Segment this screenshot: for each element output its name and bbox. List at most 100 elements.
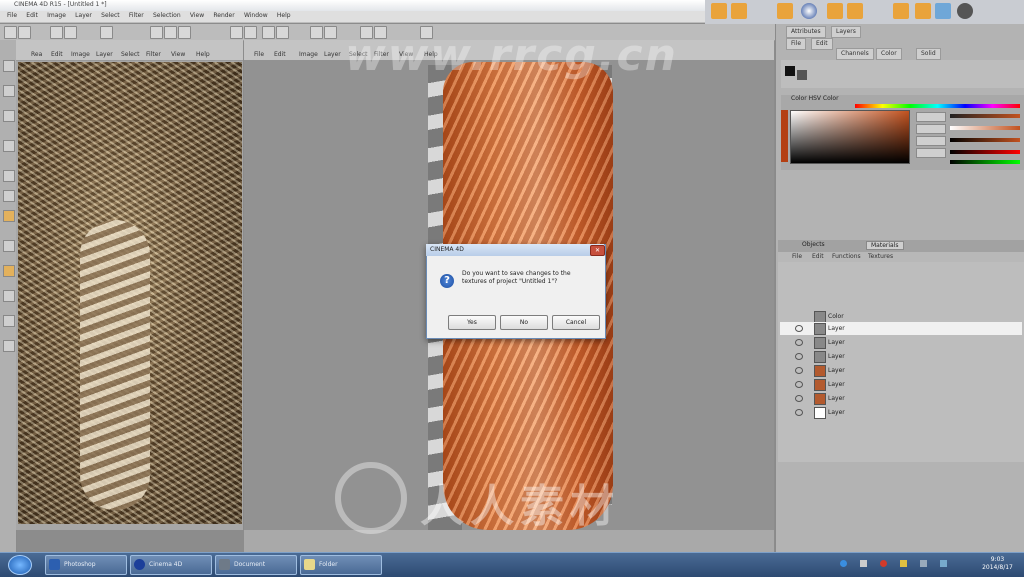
- eraser-icon[interactable]: [3, 190, 15, 202]
- clone-icon[interactable]: [3, 210, 15, 222]
- eye-icon[interactable]: [795, 395, 803, 402]
- menu-item[interactable]: Layer: [75, 12, 92, 19]
- pointer-icon[interactable]: [3, 60, 15, 72]
- layer-row[interactable]: Layer: [780, 406, 1022, 419]
- gradient-icon[interactable]: [3, 315, 15, 327]
- eye-icon[interactable]: [795, 367, 803, 374]
- menu-item[interactable]: Edit: [26, 12, 38, 19]
- layout-icon[interactable]: [777, 3, 793, 19]
- paint-mode-icon[interactable]: [244, 26, 257, 39]
- layers-menu-item[interactable]: Textures: [868, 253, 893, 260]
- r-value[interactable]: [916, 148, 946, 158]
- taskbar-clock[interactable]: 9:03 2014/8/17: [975, 556, 1020, 572]
- layout-icon[interactable]: [847, 3, 863, 19]
- ref-tab[interactable]: View: [171, 51, 185, 58]
- eye-icon[interactable]: [795, 325, 803, 332]
- yes-button[interactable]: Yes: [448, 315, 496, 330]
- display-icon[interactable]: [940, 560, 947, 567]
- cinema4d-logo-icon[interactable]: [801, 3, 817, 19]
- brush-icon[interactable]: [3, 140, 15, 152]
- layer-row-selected[interactable]: Layer: [780, 322, 1022, 335]
- render-view-icon[interactable]: [276, 26, 289, 39]
- tab-objects[interactable]: Objects: [798, 241, 829, 248]
- menu-item[interactable]: Help: [277, 12, 291, 19]
- color-select[interactable]: Color: [876, 48, 902, 60]
- close-icon[interactable]: ✕: [590, 245, 605, 256]
- menu-item[interactable]: Select: [101, 12, 120, 19]
- cancel-button[interactable]: Cancel: [552, 315, 600, 330]
- r-slider[interactable]: [950, 150, 1020, 154]
- color-picker-square[interactable]: [790, 110, 910, 164]
- menu-item[interactable]: File: [7, 12, 17, 19]
- sphere-icon[interactable]: [324, 26, 337, 39]
- sub-tab[interactable]: File: [786, 38, 807, 50]
- flag-icon[interactable]: [900, 560, 907, 567]
- menu-item[interactable]: Selection: [153, 12, 181, 19]
- projection-icon[interactable]: [230, 26, 243, 39]
- fill-icon[interactable]: [3, 110, 15, 122]
- taskbar-item[interactable]: Photoshop: [45, 555, 127, 575]
- no-button[interactable]: No: [500, 315, 548, 330]
- canvas-tab[interactable]: Image: [299, 51, 318, 58]
- eye-icon[interactable]: [795, 353, 803, 360]
- cube-icon[interactable]: [310, 26, 323, 39]
- v-slider[interactable]: [950, 138, 1020, 142]
- eye-icon[interactable]: [795, 409, 803, 416]
- hue-bar[interactable]: [855, 104, 1020, 108]
- layer-row[interactable]: Layer: [780, 378, 1022, 391]
- undo-icon[interactable]: [4, 26, 17, 39]
- menu-item[interactable]: Window: [244, 12, 268, 19]
- volume-icon[interactable]: [860, 560, 867, 567]
- g-slider[interactable]: [950, 160, 1020, 164]
- ref-tab[interactable]: Filter: [146, 51, 161, 58]
- layer-row[interactable]: Layer: [780, 350, 1022, 363]
- render-icon[interactable]: [262, 26, 275, 39]
- canvas-tab[interactable]: File: [254, 51, 264, 58]
- eraser-icon[interactable]: [164, 26, 177, 39]
- text-icon[interactable]: [3, 340, 15, 352]
- s-value[interactable]: [916, 124, 946, 134]
- move-icon[interactable]: [64, 26, 77, 39]
- tab-attributes[interactable]: Attributes: [786, 26, 826, 38]
- ref-tab[interactable]: Help: [196, 51, 210, 58]
- layer-row[interactable]: Layer: [780, 364, 1022, 377]
- pen-icon[interactable]: [3, 170, 15, 182]
- brush-icon[interactable]: [150, 26, 163, 39]
- v-value[interactable]: [916, 136, 946, 146]
- layers-menu-item[interactable]: Functions: [832, 253, 861, 260]
- ref-tab[interactable]: Layer: [96, 51, 113, 58]
- layout-icon[interactable]: [711, 3, 727, 19]
- paint-icon[interactable]: [3, 85, 15, 97]
- ref-tab[interactable]: Select: [121, 51, 140, 58]
- ref-tab[interactable]: Image: [71, 51, 90, 58]
- menu-item[interactable]: Filter: [129, 12, 144, 19]
- scale-icon[interactable]: [100, 26, 113, 39]
- layers-menu-item[interactable]: Edit: [812, 253, 824, 260]
- brush-icon[interactable]: [893, 3, 909, 19]
- smudge-icon[interactable]: [3, 240, 15, 252]
- s-slider[interactable]: [950, 126, 1020, 130]
- layer-row[interactable]: Layer: [780, 336, 1022, 349]
- network-icon[interactable]: [840, 560, 847, 567]
- canvas-tab[interactable]: Edit: [274, 51, 286, 58]
- solid-select[interactable]: Solid: [916, 48, 941, 60]
- layer-row[interactable]: Layer: [780, 392, 1022, 405]
- antivirus-icon[interactable]: [880, 560, 887, 567]
- h-value[interactable]: [916, 112, 946, 122]
- taskbar-item[interactable]: Document: [215, 555, 297, 575]
- eye-icon[interactable]: [795, 381, 803, 388]
- layout-icon[interactable]: [915, 3, 931, 19]
- selection-icon[interactable]: [3, 290, 15, 302]
- color-pick-icon[interactable]: [3, 265, 15, 277]
- layout-icon[interactable]: [731, 3, 747, 19]
- paint-icon[interactable]: [957, 3, 973, 19]
- sub-tab[interactable]: Edit: [811, 38, 833, 50]
- keyboard-icon[interactable]: [920, 560, 927, 567]
- ref-tab[interactable]: Edit: [51, 51, 63, 58]
- background-swatch[interactable]: [797, 70, 807, 80]
- layers-menu-item[interactable]: File: [792, 253, 802, 260]
- taskbar-item[interactable]: Cinema 4D: [130, 555, 212, 575]
- start-button[interactable]: [8, 555, 32, 575]
- menu-item[interactable]: Render: [213, 12, 234, 19]
- eye-icon[interactable]: [795, 339, 803, 346]
